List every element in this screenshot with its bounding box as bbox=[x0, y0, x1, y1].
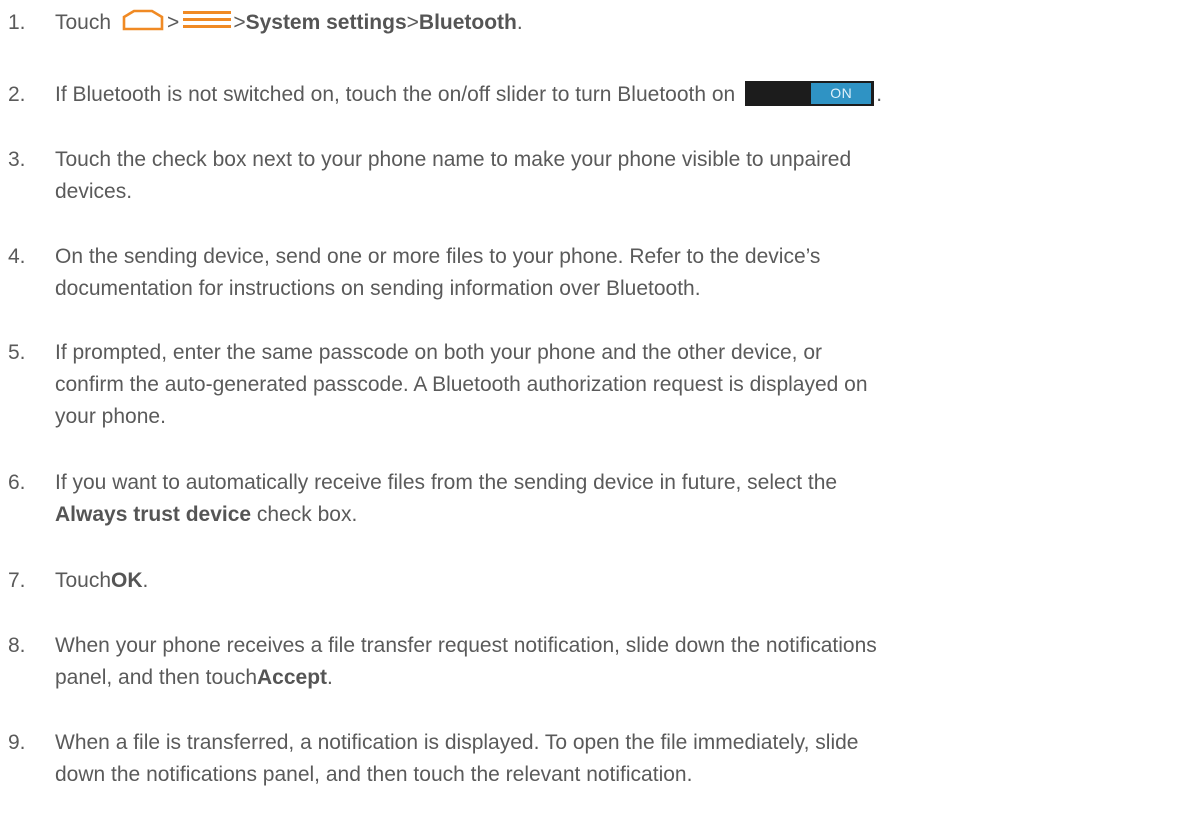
step-number: 3. bbox=[8, 148, 26, 171]
separator: > bbox=[406, 11, 419, 34]
step-number: 1. bbox=[8, 11, 26, 34]
step-number: 5. bbox=[8, 341, 26, 364]
step-number: 6. bbox=[8, 471, 26, 494]
step-text: When your phone receives a file transfer… bbox=[55, 630, 1180, 694]
step-text: Touch > >System settings>Bluetooth. bbox=[55, 7, 1180, 39]
bluetooth-label: Bluetooth bbox=[418, 11, 517, 34]
always-trust-device-label: Always trust device bbox=[55, 503, 252, 526]
step-8-line-2-text: panel, and then touch bbox=[55, 666, 258, 689]
period: . bbox=[516, 11, 523, 34]
separator: > bbox=[233, 11, 246, 34]
step-5-line-3: your phone. bbox=[55, 405, 166, 428]
period: . bbox=[142, 569, 149, 592]
toggle-on-label: ON bbox=[811, 82, 872, 104]
accept-label: Accept bbox=[257, 666, 328, 689]
step-8-line-1: When your phone receives a file transfer… bbox=[55, 634, 877, 657]
step-3-line-1: Touch the check box next to your phone n… bbox=[55, 148, 852, 171]
step-text: On the sending device, send one or more … bbox=[55, 241, 1180, 305]
step-number: 9. bbox=[8, 731, 26, 754]
step-8-line-2: panel, and then touchAccept. bbox=[55, 662, 1180, 694]
home-outline-icon bbox=[122, 10, 164, 31]
step-9-line-1: When a file is transferred, a notificati… bbox=[55, 731, 859, 754]
step-text: If Bluetooth is not switched on, touch t… bbox=[55, 79, 1180, 111]
period: . bbox=[327, 666, 333, 689]
step-text: If you want to automatically receive fil… bbox=[55, 467, 1180, 531]
system-settings-label: System settings bbox=[245, 11, 407, 34]
step-2-text: If Bluetooth is not switched on, touch t… bbox=[55, 83, 736, 106]
step-3-line-2: devices. bbox=[55, 180, 133, 203]
step-7-touch: Touch bbox=[55, 569, 112, 592]
menu-lines-icon bbox=[183, 11, 232, 29]
step-6-line-2-rest: check box. bbox=[251, 503, 358, 526]
step-5-line-1: If prompted, enter the same passcode on … bbox=[55, 341, 822, 364]
separator: > bbox=[167, 11, 180, 34]
step-6-line-2: Always trust device check box. bbox=[55, 499, 1180, 531]
step-number: 7. bbox=[8, 569, 26, 592]
step-4-line-2: documentation for instructions on sendin… bbox=[55, 277, 701, 300]
step-number: 8. bbox=[8, 634, 26, 657]
step-5-line-2: confirm the auto-generated passcode. A B… bbox=[55, 373, 868, 396]
step-number: 2. bbox=[8, 83, 26, 106]
ok-label: OK bbox=[111, 569, 143, 592]
step-number: 4. bbox=[8, 245, 26, 268]
step-4-line-1: On the sending device, send one or more … bbox=[55, 245, 821, 268]
bluetooth-toggle-switch[interactable]: ON bbox=[745, 80, 875, 106]
step-text: If prompted, enter the same passcode on … bbox=[55, 337, 1180, 433]
step-text: When a file is transferred, a notificati… bbox=[55, 727, 1180, 791]
step-text: TouchOK. bbox=[55, 565, 1180, 597]
step-1-touch: Touch bbox=[55, 11, 112, 34]
step-6-line-1: If you want to automatically receive fil… bbox=[55, 471, 838, 494]
step-text: Touch the check box next to your phone n… bbox=[55, 144, 1180, 208]
step-9-line-2: down the notifications panel, and then t… bbox=[55, 763, 693, 786]
period: . bbox=[876, 83, 883, 106]
